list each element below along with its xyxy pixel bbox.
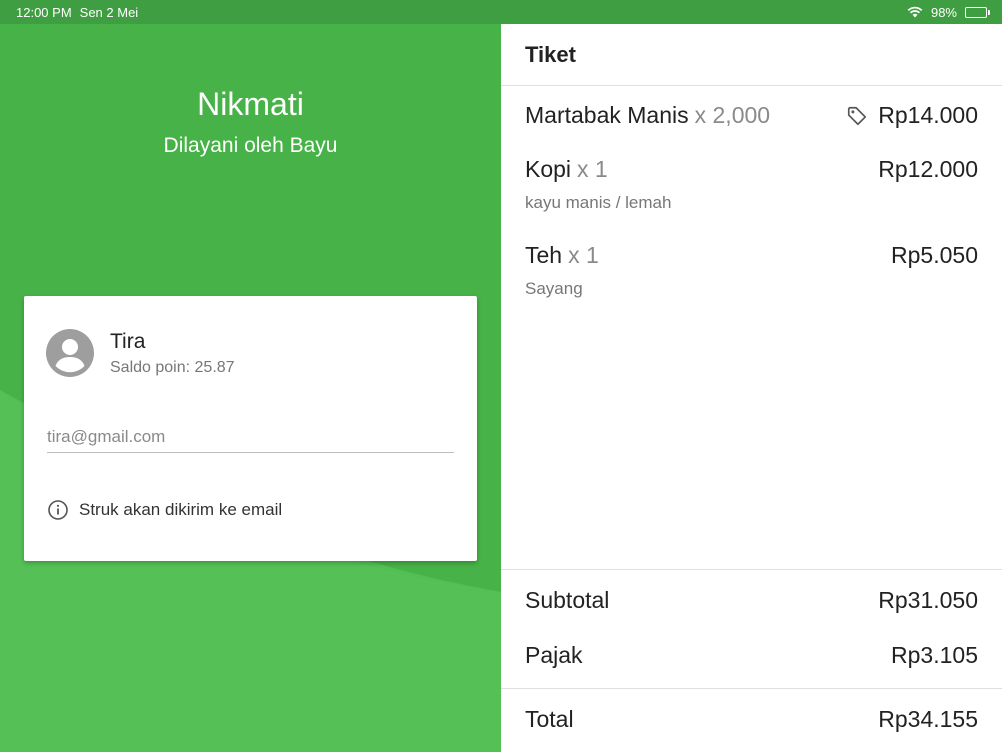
ticket-line-item[interactable]: Teh x 1 Rp5.050 Sayang [525, 242, 978, 299]
divider [501, 569, 1002, 570]
info-icon [47, 499, 69, 521]
points-value: 25.87 [194, 359, 235, 376]
item-price: Rp5.050 [891, 242, 978, 268]
status-time: 12:00 PM [16, 4, 72, 20]
item-qty: x 2,000 [694, 102, 771, 128]
item-price: Rp12.000 [878, 156, 978, 182]
customer-name: Tira [110, 330, 146, 353]
email-input[interactable] [47, 421, 454, 453]
status-left: 12:00 PM Sen 2 Mei [16, 5, 138, 20]
item-name: Teh [525, 242, 563, 268]
battery-icon [965, 6, 990, 18]
shop-name: Nikmati [197, 86, 304, 122]
receipt-note: Struk akan dikirim ke email [47, 499, 282, 521]
avatar-icon [46, 329, 94, 377]
battery-percent: 98% [930, 4, 957, 20]
wifi-icon [907, 6, 923, 18]
tax-row: Pajak Rp3.105 [525, 642, 978, 669]
item-price: Rp14.000 [878, 102, 978, 128]
ticket-title: Tiket [525, 41, 576, 67]
status-date: Sen 2 Mei [79, 4, 139, 20]
ticket-line-item[interactable]: Kopi x 1 Rp12.000 kayu manis / lemah [525, 156, 978, 213]
item-qty: x 1 [577, 156, 608, 182]
tax-label: Pajak [525, 642, 583, 668]
customer-panel: Nikmati Dilayani oleh Bayu Tira Saldo po… [0, 24, 501, 752]
status-right: 98% [907, 5, 990, 20]
total-row: Total Rp34.155 [525, 706, 978, 733]
tag-icon [846, 105, 868, 127]
total-value: Rp34.155 [878, 706, 978, 732]
item-name: Kopi [525, 156, 572, 182]
subtotal-value: Rp31.050 [878, 587, 978, 613]
served-by-text: Dilayani oleh Bayu [163, 134, 338, 157]
customer-card: Tira Saldo poin: 25.87 Struk akan dikiri… [24, 296, 477, 561]
item-name: Martabak Manis [525, 102, 689, 128]
status-bar: 12:00 PM Sen 2 Mei 98% [0, 0, 1002, 24]
item-qty: x 1 [568, 242, 599, 268]
item-modifier: Sayang [525, 279, 583, 298]
ticket-panel: Tiket Martabak Manis x 2,000 Rp14.000 Kop… [501, 24, 1002, 752]
subtotal-label: Subtotal [525, 587, 610, 613]
divider [501, 688, 1002, 689]
points-label: Saldo poin: [110, 359, 195, 376]
receipt-note-text: Struk akan dikirim ke email [79, 500, 283, 519]
item-modifier: kayu manis / lemah [525, 193, 672, 212]
ticket-header: Tiket [501, 24, 1002, 86]
subtotal-row: Subtotal Rp31.050 [525, 587, 978, 614]
ticket-line-item[interactable]: Martabak Manis x 2,000 Rp14.000 [525, 102, 978, 129]
total-label: Total [525, 706, 574, 732]
points-balance: Saldo poin: 25.87 [110, 359, 235, 377]
tax-value: Rp3.105 [891, 642, 978, 668]
